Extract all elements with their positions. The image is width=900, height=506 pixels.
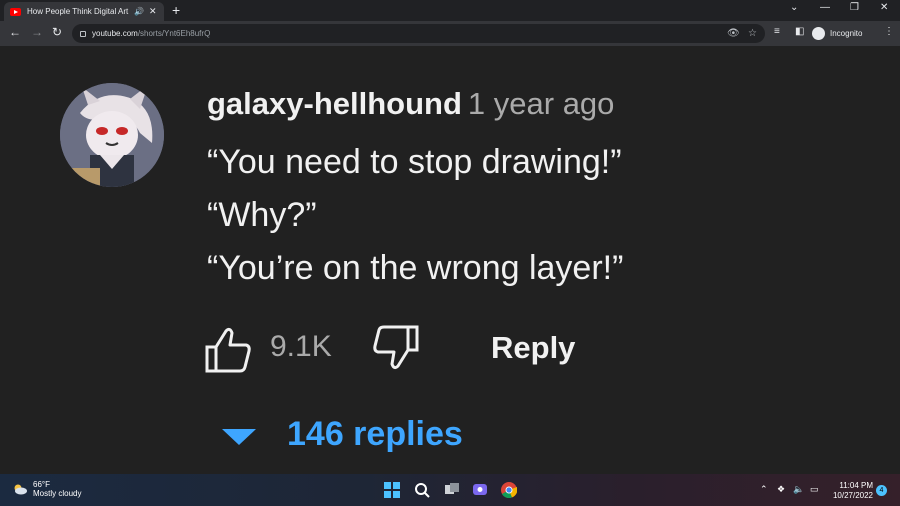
screen: How People Think Digital Art Is Made 🔊 ✕… [0,0,900,506]
chat-icon[interactable] [472,482,488,498]
system-clock[interactable]: 11:04 PM 10/27/2022 [830,481,873,501]
address-bar[interactable]: youtube.com/shorts/Ynt6Eh8ufrQ 👁 ☆ [72,24,765,43]
volume-icon[interactable]: 🔈 [793,484,804,495]
incognito-badge[interactable]: Incognito [812,25,862,42]
new-tab-button[interactable]: + [172,3,180,17]
search-icon[interactable] [414,482,430,498]
avatar[interactable] [60,83,164,187]
replies-count: 146 replies [287,415,463,453]
tab-title: How People Think Digital Art Is Made [27,7,131,16]
windows-taskbar: 66°F Mostly cloudy ⌃ ❖ 🔈 ▭ 11:04 PM 10/2… [0,474,900,506]
avatar-image [60,83,164,187]
restore-button[interactable]: ❐ [850,2,859,13]
comment-line-3: “You’re on the wrong layer!” [207,249,624,287]
tab-search-icon[interactable]: ⌄ [790,2,798,13]
tab-strip: How People Think Digital Art Is Made 🔊 ✕… [0,0,900,21]
like-count: 9.1K [270,330,332,363]
tab-close-icon[interactable]: ✕ [149,6,157,17]
task-view-icon[interactable] [444,482,460,498]
chrome-icon[interactable] [501,482,517,498]
battery-icon[interactable]: ▭ [810,484,819,495]
reply-button[interactable]: Reply [491,330,575,366]
comment-time[interactable]: 1 year ago [468,86,615,121]
weather-widget[interactable]: 66°F Mostly cloudy [12,480,81,498]
comment-author[interactable]: galaxy-hellhound [207,86,462,121]
eye-off-icon[interactable]: 👁 [727,24,740,43]
notification-badge[interactable]: 4 [876,485,887,496]
minimize-button[interactable]: — [820,2,830,13]
reload-button[interactable]: ↻ [52,25,62,39]
close-window-button[interactable]: ✕ [880,2,888,13]
network-icon[interactable]: ❖ [777,484,785,495]
clock-date: 10/27/2022 [832,491,873,500]
menu-kebab-icon[interactable]: ⋮ [884,26,894,37]
incognito-icon [812,27,825,40]
comment-line-1: “You need to stop drawing!” [207,143,622,181]
bookmark-star-icon[interactable]: ☆ [748,24,757,43]
url-host: youtube.com [92,29,138,38]
weather-condition: Mostly cloudy [33,489,82,498]
lock-icon[interactable] [80,30,86,37]
windows-start-icon[interactable] [384,482,400,498]
thumbs-up-icon[interactable] [204,325,252,373]
thumbs-down-icon[interactable] [372,324,420,372]
weather-temperature: 66°F [33,480,50,489]
browser-toolbar: ← → ↻ youtube.com/shorts/Ynt6Eh8ufrQ 👁 ☆… [0,21,900,46]
forward-button[interactable]: → [31,25,43,39]
clock-time: 11:04 PM [839,481,873,490]
view-replies-button[interactable]: 146 replies [222,413,522,457]
browser-tab[interactable]: How People Think Digital Art Is Made 🔊 ✕ [4,2,164,21]
media-control-icon[interactable]: ≡ [774,26,780,37]
comment-line-2: “Why?” [207,196,317,234]
comment-header: galaxy-hellhound 1 year ago [207,86,614,122]
side-panel-icon[interactable]: ◧ [795,26,804,37]
incognito-label: Incognito [830,29,863,38]
cloudy-weather-icon [14,484,27,495]
comment-actions: 9.1K Reply [204,320,604,376]
caret-down-icon [222,429,256,445]
youtube-favicon-icon [10,7,21,16]
audio-playing-icon[interactable]: 🔊 [134,7,144,16]
back-button[interactable]: ← [9,25,21,39]
url-path: /shorts/Ynt6Eh8ufrQ [137,29,211,38]
show-hidden-icons-icon[interactable]: ⌃ [760,484,768,495]
